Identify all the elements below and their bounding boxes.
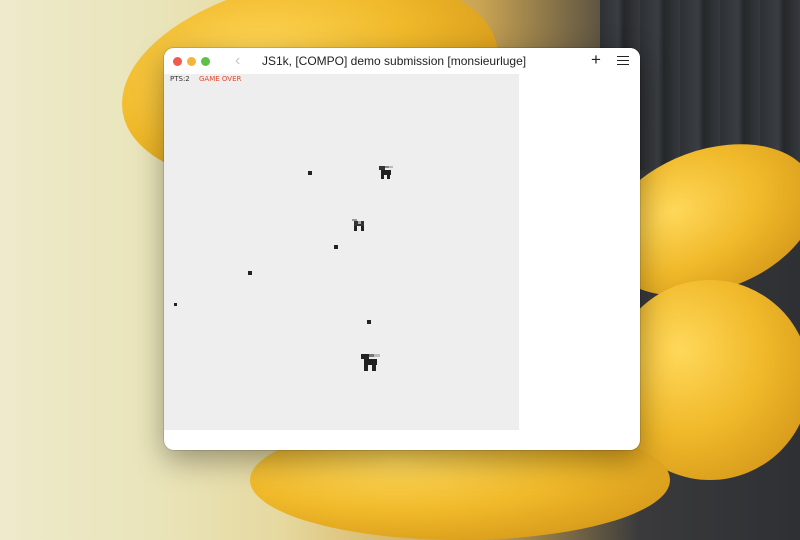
game-canvas[interactable]: PTS:2 GAME OVER (164, 74, 519, 430)
plus-icon[interactable]: + (591, 51, 601, 69)
pellet (367, 320, 371, 324)
chevron-left-icon[interactable]: ‹ (235, 53, 249, 69)
close-button[interactable] (173, 57, 182, 66)
window-title: JS1k, [COMPO] demo submission [monsieurl… (262, 54, 527, 68)
creature-sprite (379, 166, 395, 180)
creature-sprite (361, 354, 383, 372)
title-bar: ‹ JS1k, [COMPO] demo submission [monsieu… (164, 48, 640, 74)
pellet (308, 171, 312, 175)
browser-window: ‹ JS1k, [COMPO] demo submission [monsieu… (164, 48, 640, 450)
pellet (174, 303, 177, 306)
minimize-button[interactable] (187, 57, 196, 66)
pellet (334, 245, 338, 249)
pellet (248, 271, 252, 275)
zoom-button[interactable] (201, 57, 210, 66)
points-counter: PTS:2 (170, 75, 190, 83)
hamburger-menu-icon[interactable] (617, 53, 629, 67)
creature-sprite (352, 219, 368, 233)
game-over-label: GAME OVER (199, 75, 242, 83)
